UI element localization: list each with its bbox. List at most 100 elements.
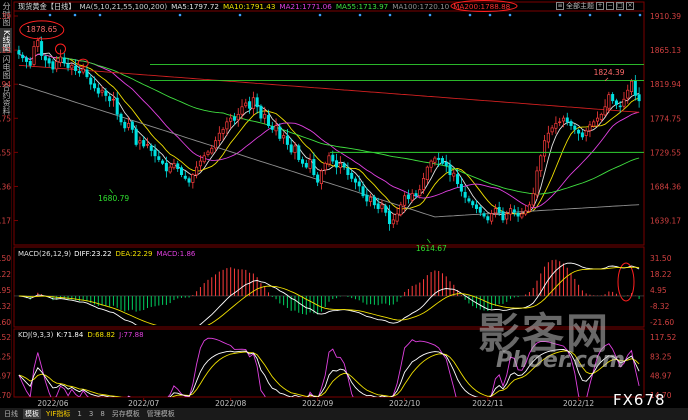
signal-dot xyxy=(318,13,322,17)
main-y-tick-right: 1910.39 xyxy=(650,12,681,21)
bottom-tab-2[interactable]: YIF指标 xyxy=(44,409,72,419)
candle-body xyxy=(217,132,221,141)
macd-y-tick-left: 18.22 xyxy=(0,270,11,279)
annotation-pointer xyxy=(427,238,431,244)
candle-body xyxy=(62,57,66,64)
price-annotation: 1878.65 xyxy=(26,25,57,34)
candle-body xyxy=(28,60,32,66)
candle-body xyxy=(77,71,81,74)
candle-body xyxy=(633,80,637,96)
candle-body xyxy=(561,117,565,122)
candle-body xyxy=(603,106,607,116)
macd-value: MACD:1.86 xyxy=(156,250,195,258)
signal-dot xyxy=(468,13,472,17)
candle-body xyxy=(618,105,622,108)
candle-body xyxy=(588,124,592,131)
candle-body xyxy=(81,68,85,73)
candle-body xyxy=(127,123,131,128)
signal-dot xyxy=(618,13,622,17)
candle-body xyxy=(293,145,297,153)
macd-y-tick-right: -21.60 xyxy=(650,318,674,327)
candle-body xyxy=(467,198,471,202)
candle-body xyxy=(36,40,40,47)
candle-body xyxy=(399,204,403,215)
candle-body xyxy=(236,113,240,121)
bottom-tab-3[interactable]: 1 xyxy=(75,410,83,418)
candle-body xyxy=(486,216,490,221)
add-icon[interactable]: + xyxy=(596,2,604,10)
main-y-tick-left: 1819.94 xyxy=(0,80,11,89)
kdj-y-tick-left: 83.25 xyxy=(0,352,11,361)
candle-body xyxy=(630,80,634,93)
bottom-tab-4[interactable]: 3 xyxy=(87,410,95,418)
candle-body xyxy=(255,97,259,108)
candle-body xyxy=(278,126,282,139)
candle-body xyxy=(206,151,210,156)
bottom-tab-1[interactable]: 模板 xyxy=(23,409,41,419)
candle-body xyxy=(361,186,365,197)
candle-body xyxy=(595,117,600,122)
remove-icon[interactable]: − xyxy=(606,2,614,10)
candle-body xyxy=(259,105,263,119)
candle-body xyxy=(327,155,331,165)
candle-body xyxy=(104,90,108,96)
main-y-tick-right: 1639.17 xyxy=(650,217,681,226)
ma10-line xyxy=(18,53,640,215)
candle-body xyxy=(157,156,161,160)
main-y-tick-right: 1774.75 xyxy=(650,114,681,123)
candle-body xyxy=(637,94,641,102)
candle-body xyxy=(410,193,414,201)
bottom-tab-6[interactable]: 另存模板 xyxy=(110,409,142,419)
candle-body xyxy=(384,205,388,213)
candle-body xyxy=(599,113,603,120)
candle-body xyxy=(505,213,509,220)
candle-body xyxy=(425,166,429,181)
candle-body xyxy=(202,155,206,163)
candle-body xyxy=(244,102,248,107)
candle-body xyxy=(369,196,373,202)
kdj-title: KDJ(9,3,3) xyxy=(18,331,54,339)
bottom-tab-7[interactable]: 管理模板 xyxy=(145,409,177,419)
macd-y-tick-left: 31.50 xyxy=(0,254,11,263)
main-y-tick-left: 1684.36 xyxy=(0,182,11,191)
candle-body xyxy=(565,117,569,123)
signal-dot xyxy=(588,13,592,17)
candle-body xyxy=(418,189,422,197)
kdj-y-tick-right: 117.52 xyxy=(650,333,676,342)
price-annotations: 1878.65 1680.79 1614.67 1824.39 xyxy=(19,13,642,302)
main-y-tick-right: 1865.13 xyxy=(650,46,681,55)
candle-body xyxy=(47,58,51,64)
candle-body xyxy=(539,155,543,172)
close-icon[interactable]: × xyxy=(626,2,634,10)
candle-body xyxy=(100,89,104,93)
candle-body xyxy=(414,193,418,197)
candle-body xyxy=(531,193,535,206)
signal-dot xyxy=(358,13,362,17)
ma200-line xyxy=(18,64,640,113)
bottom-tab-0[interactable]: 日线 xyxy=(2,409,20,419)
candle-body xyxy=(304,162,308,168)
candle-body xyxy=(51,61,55,70)
candle-body xyxy=(251,97,255,109)
bottom-tab-5[interactable]: 8 xyxy=(98,410,106,418)
kdj-y-tick-left: 14.70 xyxy=(0,391,11,400)
candle-body xyxy=(58,56,63,63)
macd-title: MACD(26,12,9) xyxy=(18,250,71,258)
signal-dot xyxy=(388,13,392,17)
candle-body xyxy=(43,56,47,61)
candle-body xyxy=(66,63,70,68)
candle-body xyxy=(516,212,520,217)
candle-body xyxy=(380,204,384,209)
candle-body xyxy=(607,94,611,109)
candle-body xyxy=(372,196,376,206)
candle-body xyxy=(70,64,74,69)
main-y-tick-left: 1865.13 xyxy=(0,46,11,55)
candle-body xyxy=(289,144,293,153)
restore-icon[interactable]: □ xyxy=(616,2,624,10)
theme-selector[interactable]: 全部主题 xyxy=(566,1,594,11)
menu-icon[interactable]: ≡ xyxy=(556,2,564,10)
annotation-pointer xyxy=(109,188,113,194)
candle-body xyxy=(433,157,437,163)
candle-body xyxy=(172,162,176,169)
signal-dot xyxy=(508,13,512,17)
